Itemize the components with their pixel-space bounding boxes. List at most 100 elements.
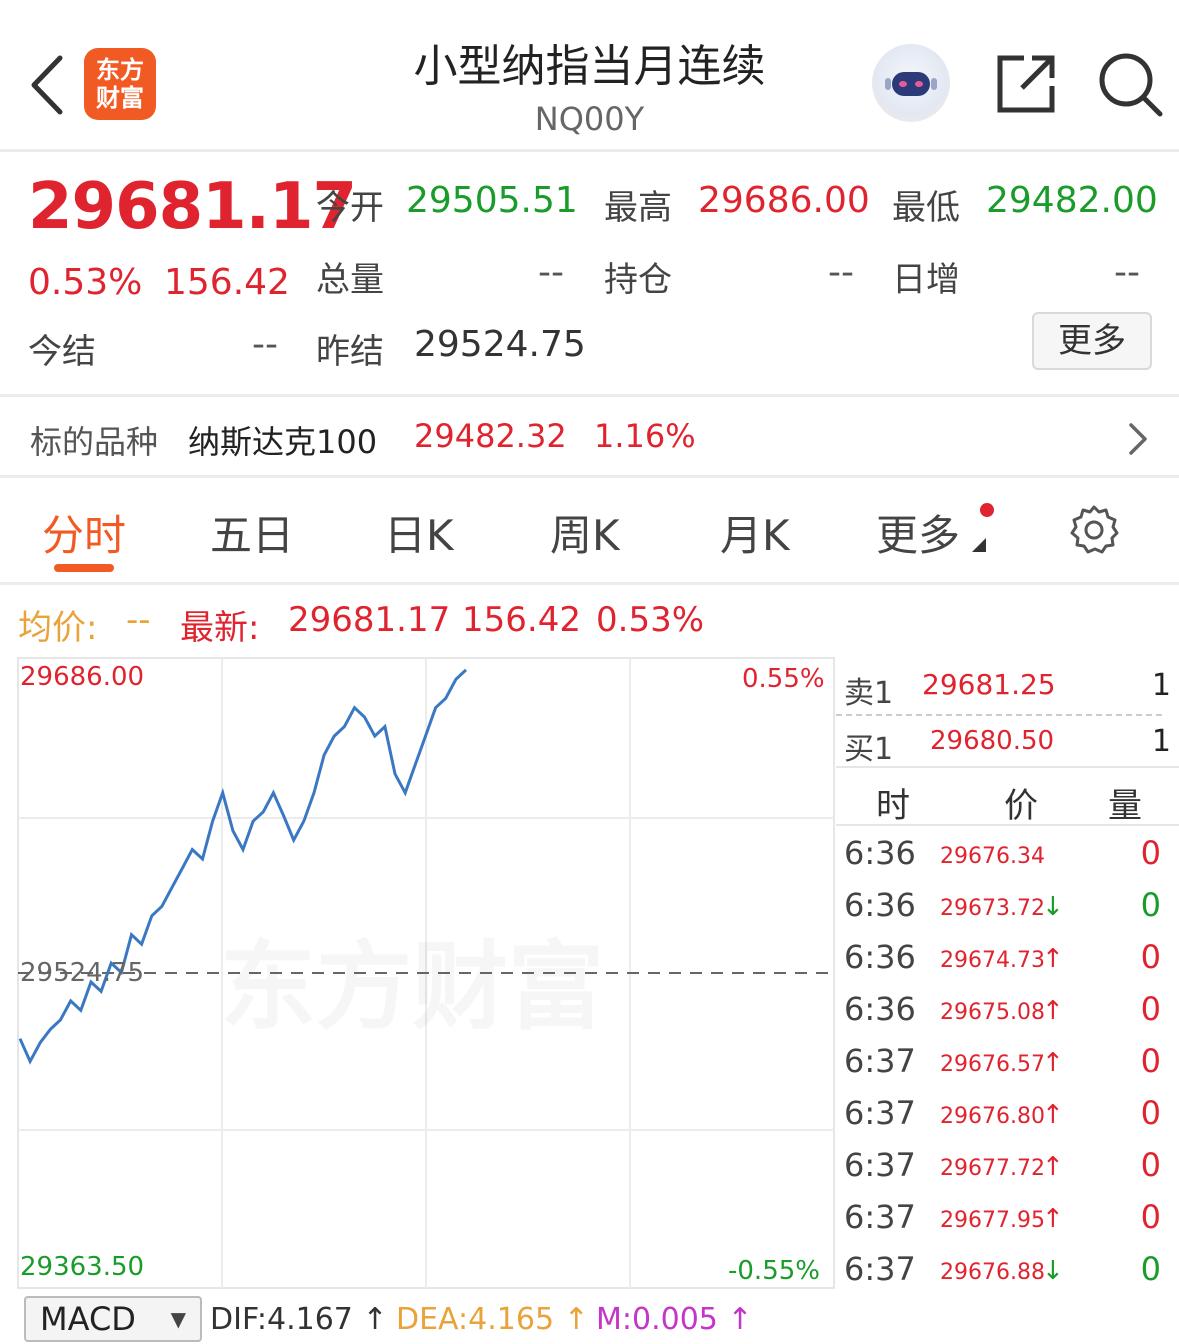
y-axis-max: 29686.00 xyxy=(20,662,145,692)
latest-percent: 0.53% xyxy=(596,600,705,640)
open-interest-value: -- xyxy=(828,252,854,293)
tick-row: 6:37 29676.80 ↑ 0 xyxy=(836,1090,1179,1142)
prev-settle-label: 昨结 xyxy=(316,332,384,372)
open-label: 今开 xyxy=(316,188,384,228)
y-axis-min: 29363.50 xyxy=(20,1252,145,1282)
tick-price: 29673.72 xyxy=(940,896,1045,921)
tick-time: 6:37 xyxy=(844,1042,916,1080)
arrow-up-icon: ↑ xyxy=(1042,1100,1064,1130)
active-tab-indicator xyxy=(54,564,114,572)
ticks-header-time: 时 xyxy=(876,786,910,826)
underlying-label: 标的品种 xyxy=(30,423,159,461)
sell-1-price: 29681.25 xyxy=(922,668,1056,701)
watermark: 东方财富 xyxy=(220,931,604,1043)
corner-triangle-icon xyxy=(972,538,986,552)
high-value: 29686.00 xyxy=(698,180,870,221)
indicator-selector[interactable]: MACD ▼ xyxy=(24,1296,202,1342)
arrow-up-icon: ↑ xyxy=(1042,1048,1064,1078)
tick-price: 29676.88 xyxy=(940,1260,1045,1285)
ticks-header-price: 价 xyxy=(1004,786,1038,826)
avg-price-label: 均价: xyxy=(18,608,98,648)
tick-volume: 0 xyxy=(1140,1094,1161,1132)
tick-volume: 0 xyxy=(1140,886,1161,924)
high-label: 最高 xyxy=(604,188,672,228)
settings-gear-icon[interactable] xyxy=(1068,504,1120,556)
tick-price: 29676.57 xyxy=(940,1052,1045,1077)
open-value: 29505.51 xyxy=(406,180,578,221)
tick-row: 6:37 29676.57 ↑ 0 xyxy=(836,1038,1179,1090)
arrow-up-icon: ↑ xyxy=(1042,1204,1064,1234)
tick-volume: 0 xyxy=(1140,1250,1161,1288)
tick-time: 6:37 xyxy=(844,1198,916,1236)
arrow-down-icon: ↓ xyxy=(1042,892,1064,922)
tick-row: 6:37 29677.95 ↑ 0 xyxy=(836,1194,1179,1246)
y-axis-right-max: 0.55% xyxy=(742,664,825,694)
tick-price: 29674.73 xyxy=(940,948,1045,973)
order-book-panel: 卖1 29681.25 1 买1 29680.50 1 时 价 量 6:36 29… xyxy=(836,656,1179,1296)
latest-change: 156.42 xyxy=(462,600,581,640)
macd-m: M:0.005 ↑ xyxy=(596,1302,753,1337)
tick-row: 6:36 29675.08 ↑ 0 xyxy=(836,986,1179,1038)
tick-price: 29675.08 xyxy=(940,1000,1045,1025)
search-icon[interactable] xyxy=(1096,50,1164,118)
settle-value: -- xyxy=(252,324,278,365)
tab-intraday[interactable]: 分时 xyxy=(42,502,126,563)
tick-volume: 0 xyxy=(1140,1042,1161,1080)
tick-volume: 0 xyxy=(1140,1146,1161,1184)
top-bar: 东方 财富 小型纳指当月连续 NQ00Y xyxy=(0,0,1179,152)
latest-label: 最新: xyxy=(180,608,260,648)
tick-price: 29676.80 xyxy=(940,1104,1045,1129)
share-icon[interactable] xyxy=(994,52,1058,116)
sell-1-qty: 1 xyxy=(1151,668,1171,703)
tick-row: 6:37 29677.72 ↑ 0 xyxy=(836,1142,1179,1194)
tick-row: 6:37 29676.88 ↓ 0 xyxy=(836,1246,1179,1298)
arrow-up-icon: ↑ xyxy=(1042,996,1064,1026)
buy-1-label: 买1 xyxy=(844,732,894,767)
last-price: 29681.17 xyxy=(28,170,357,244)
tick-time: 6:36 xyxy=(844,938,916,976)
macd-dea: DEA:4.165 ↑ xyxy=(396,1302,589,1337)
underlying-row[interactable]: 标的品种 纳斯达克100 29482.32 1.16% xyxy=(0,394,1179,478)
arrow-up-icon: ↑ xyxy=(1042,1152,1064,1182)
change-percent: 0.53% xyxy=(28,262,143,303)
tick-time: 6:36 xyxy=(844,886,916,924)
notification-dot xyxy=(980,503,994,517)
tick-row: 6:36 29674.73 ↑ 0 xyxy=(836,934,1179,986)
change-value: 156.42 xyxy=(164,262,290,303)
buy-1-price: 29680.50 xyxy=(930,726,1055,756)
macd-dif: DIF:4.167 ↑ xyxy=(210,1302,388,1337)
more-details-button[interactable]: 更多 xyxy=(1032,312,1152,370)
y-axis-right-min: -0.55% xyxy=(728,1256,820,1286)
latest-value: 29681.17 xyxy=(288,600,451,640)
indicator-selector-value: MACD xyxy=(40,1300,136,1338)
arrow-up-icon: ↑ xyxy=(1042,944,1064,974)
tick-volume: 0 xyxy=(1140,834,1161,872)
tab-weekly-k[interactable]: 周K xyxy=(550,502,620,563)
settle-label: 今结 xyxy=(28,332,96,372)
underlying-name: 纳斯达克100 xyxy=(188,423,378,461)
tick-row: 6:36 29676.34 0 xyxy=(836,830,1179,882)
volume-value: -- xyxy=(538,252,564,293)
indicator-bar: MACD ▼ DIF:4.167 ↑ DEA:4.165 ↑ M:0.005 ↑ xyxy=(0,1292,1179,1344)
tick-volume: 0 xyxy=(1140,990,1161,1028)
sell-1-label: 卖1 xyxy=(844,676,894,711)
tick-price: 29677.72 xyxy=(940,1156,1045,1181)
ai-assistant-icon[interactable] xyxy=(872,44,950,122)
tick-time: 6:36 xyxy=(844,990,916,1028)
low-value: 29482.00 xyxy=(986,180,1158,221)
underlying-percent: 1.16% xyxy=(594,417,696,455)
tab-daily-k[interactable]: 日K xyxy=(384,502,454,563)
low-label: 最低 xyxy=(892,188,960,228)
daily-increase-label: 日增 xyxy=(892,260,960,300)
buy-1-qty: 1 xyxy=(1151,724,1171,759)
tab-more[interactable]: 更多 xyxy=(876,502,960,563)
tabs-divider xyxy=(0,582,1179,585)
daily-increase-value: -- xyxy=(1114,252,1140,293)
tick-time: 6:37 xyxy=(844,1094,916,1132)
tab-monthly-k[interactable]: 月K xyxy=(720,502,790,563)
arrow-down-icon: ↓ xyxy=(1042,1256,1064,1286)
dropdown-arrow-icon: ▼ xyxy=(170,1307,186,1331)
volume-label: 总量 xyxy=(316,260,384,300)
tick-price: 29676.34 xyxy=(940,844,1045,869)
tab-five-day[interactable]: 五日 xyxy=(210,502,294,563)
